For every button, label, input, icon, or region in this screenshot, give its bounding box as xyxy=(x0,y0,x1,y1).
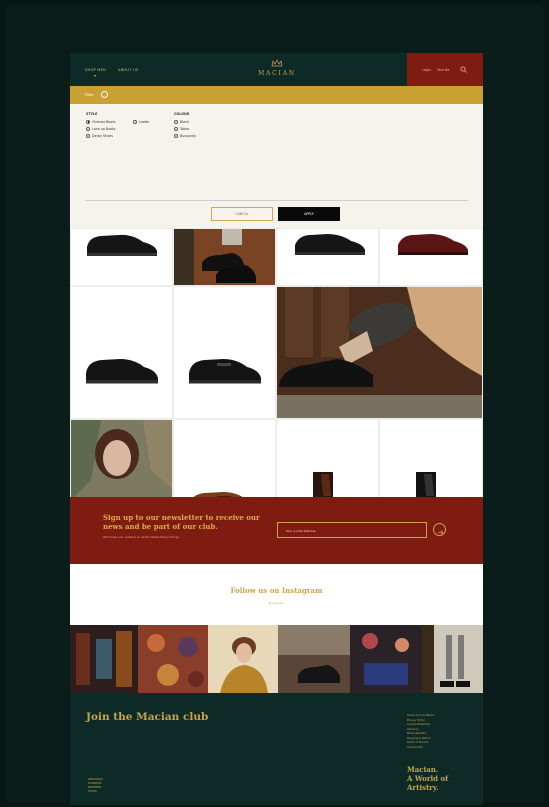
social-link-tiktok[interactable]: TIKTOK xyxy=(88,790,103,794)
brand-logo[interactable]: MACIAN xyxy=(257,59,297,83)
option-label: Derby Shoes xyxy=(92,134,113,138)
filter-toggle[interactable]: Filter xyxy=(85,93,94,97)
product-tile[interactable] xyxy=(379,228,483,286)
instagram-handle[interactable]: @_macian_ xyxy=(70,601,483,605)
instagram-image xyxy=(422,625,483,693)
radio xyxy=(174,126,178,131)
login-link[interactable]: Login xyxy=(422,68,431,72)
submit-arrow-button[interactable] xyxy=(433,523,446,536)
product-tile[interactable] xyxy=(276,228,379,286)
product-tile[interactable] xyxy=(70,286,173,419)
instagram-title: Follow us on Instagram xyxy=(230,586,323,595)
filter-option-chelsea[interactable]: Chelsea Boots xyxy=(86,119,116,124)
radio xyxy=(174,133,178,138)
cart-link[interactable]: Your Ba xyxy=(437,68,449,72)
radio xyxy=(133,119,137,124)
social-links: INSTAGRAM FACEBOOK PINTEREST TIKTOK xyxy=(88,778,103,794)
radio xyxy=(174,119,178,124)
footer-links: Terms and conditions Privacy Policy Cook… xyxy=(407,714,435,750)
webpage: SHOP MEN ABOUT US MACIAN Login Your Ba F… xyxy=(70,53,483,805)
site-footer: Join the Macian club Terms and condition… xyxy=(70,693,483,805)
arrow-right-icon xyxy=(438,530,444,535)
club-title: Join the Macian club xyxy=(86,711,209,723)
instagram-image xyxy=(278,625,350,693)
option-label: Tobac xyxy=(180,127,190,131)
tagline-line: Artistry. xyxy=(407,783,439,792)
instagram-post[interactable] xyxy=(278,625,350,693)
option-label: Burgundy xyxy=(180,134,196,138)
black-derby-shoe-image xyxy=(87,234,157,256)
instagram-image xyxy=(70,625,138,693)
product-lifestyle-tile[interactable] xyxy=(173,228,276,286)
filter-close-icon[interactable] xyxy=(101,91,108,98)
tagline-line: A World of xyxy=(407,774,449,783)
burgundy-shoe-image xyxy=(398,234,468,255)
footer-link[interactable]: Terms and conditions xyxy=(407,714,435,719)
instagram-post[interactable] xyxy=(208,625,278,693)
chevron-down-icon xyxy=(94,75,96,77)
cancel-button[interactable]: CANCEL xyxy=(211,207,273,221)
search-icon[interactable] xyxy=(460,66,467,73)
radio xyxy=(86,126,90,131)
instagram-post[interactable] xyxy=(138,625,208,693)
filter-panel: STYLE Chelsea Boots Lace-up Boots Derby … xyxy=(70,104,483,228)
lifestyle-photo-tile[interactable] xyxy=(276,286,483,419)
tagline-line: Macian. xyxy=(407,765,439,774)
filter-option-lace-up[interactable]: Lace-up Boots xyxy=(86,126,116,131)
man-sitting-photo xyxy=(277,287,482,418)
black-wingtip-shoe-image xyxy=(86,359,158,384)
brand-name: MACIAN xyxy=(258,70,296,77)
option-label: Chelsea Boots xyxy=(92,120,116,124)
instagram-image xyxy=(350,625,422,693)
instagram-post[interactable] xyxy=(350,625,422,693)
instagram-post[interactable] xyxy=(422,625,483,693)
instagram-image xyxy=(208,625,278,693)
black-shoe-image xyxy=(295,234,365,255)
filter-option-burgundy[interactable]: Burgundy xyxy=(174,133,196,138)
instagram-post[interactable] xyxy=(70,625,138,693)
style-group-title: STYLE xyxy=(86,112,98,116)
option-label: Black xyxy=(180,120,189,124)
filter-bar: Filter xyxy=(70,86,483,104)
nav-shop-men[interactable]: SHOP MEN xyxy=(85,68,106,72)
newsletter-subtitle: We'll keep you updated on all the latest… xyxy=(103,535,180,539)
instagram-image xyxy=(138,625,208,693)
apply-button[interactable]: APPLY xyxy=(278,207,340,221)
radio-selected xyxy=(86,119,90,124)
radio xyxy=(86,133,90,138)
newsletter-section: Sign up to our newsletter to receive our… xyxy=(70,497,483,564)
option-label: Loafer xyxy=(139,120,150,124)
filter-option-tobac[interactable]: Tobac xyxy=(174,126,190,131)
email-input[interactable]: Your e-mail address xyxy=(277,522,427,538)
product-tile[interactable] xyxy=(173,286,276,419)
crown-icon xyxy=(271,59,283,67)
site-header: SHOP MEN ABOUT US MACIAN Login Your Ba xyxy=(70,53,483,86)
product-tile[interactable] xyxy=(70,228,173,286)
option-label: Lace-up Boots xyxy=(92,127,116,131)
newsletter-title: Sign up to our newsletter to receive our… xyxy=(103,513,260,531)
filter-option-loafer[interactable]: Loafer xyxy=(133,119,150,124)
nav-about-us[interactable]: ABOUT US xyxy=(118,68,138,72)
footer-link[interactable]: Contact Info xyxy=(407,746,435,751)
filter-option-black[interactable]: Black xyxy=(174,119,189,124)
instagram-section: Follow us on Instagram @_macian_ xyxy=(70,564,483,625)
black-monk-strap-shoe-image xyxy=(189,359,261,384)
divider xyxy=(85,200,468,201)
filter-option-derby[interactable]: Derby Shoes xyxy=(86,133,113,138)
colour-group-title: COLOUR xyxy=(174,112,190,116)
lifestyle-shoes-photo xyxy=(174,229,256,285)
instagram-feed xyxy=(70,625,483,693)
footer-tagline: Macian. A World of Artistry. xyxy=(407,765,448,792)
